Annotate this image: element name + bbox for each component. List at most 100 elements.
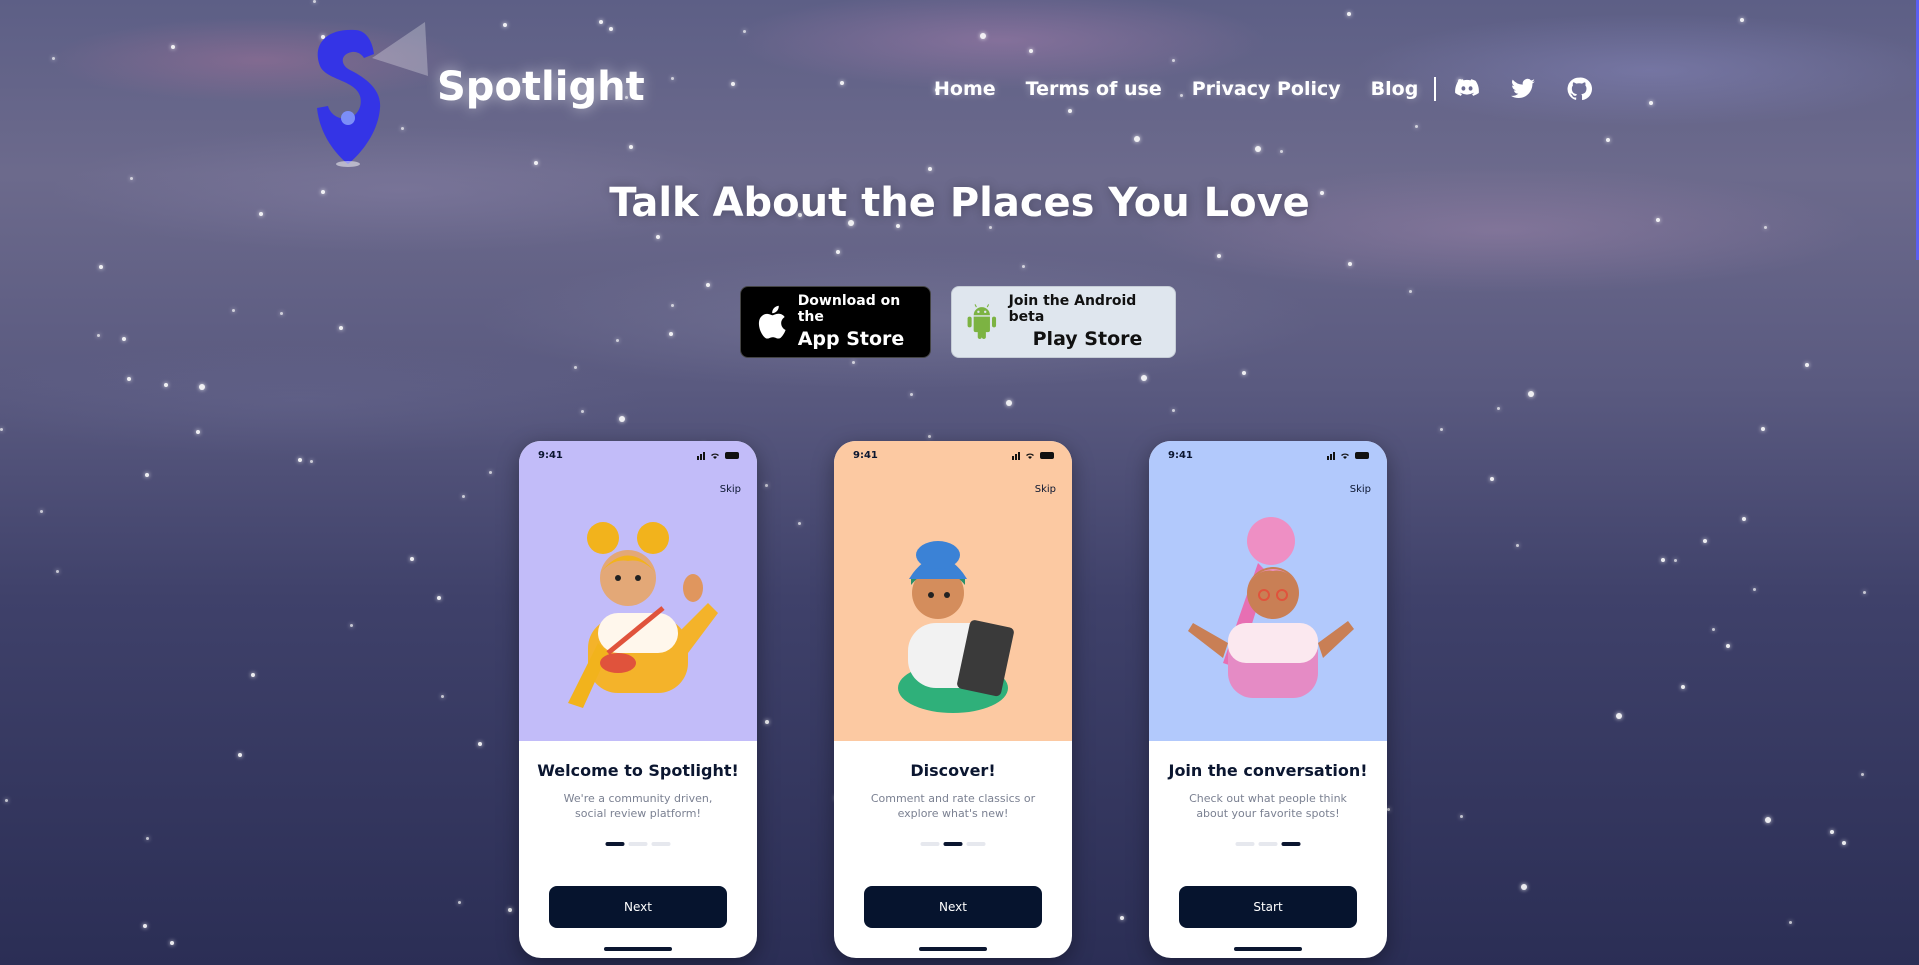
play-store-small-label: Join the Android beta: [1008, 293, 1137, 325]
next-button[interactable]: Next: [864, 886, 1042, 928]
snow-particle: [410, 557, 414, 561]
snow-particle: [1242, 371, 1246, 375]
snow-particle: [1805, 363, 1809, 367]
start-button[interactable]: Start: [1179, 886, 1357, 928]
snow-particle: [840, 81, 844, 85]
snow-particle: [1217, 254, 1221, 258]
app-store-button[interactable]: Download on the App Store: [740, 286, 931, 358]
snow-particle: [298, 458, 302, 462]
snow-particle: [196, 430, 200, 434]
phone-mockup-conversation: 9:41 Skip Join the conversation! Check o…: [1149, 441, 1387, 958]
nav-terms-link[interactable]: Terms of use: [1026, 78, 1162, 100]
nav-home-link[interactable]: Home: [934, 78, 996, 100]
snow-particle: [1141, 375, 1147, 381]
onboarding-description: Check out what people think about your f…: [1189, 792, 1347, 821]
snow-particle: [1606, 138, 1610, 142]
snow-particle: [1347, 12, 1351, 16]
snow-particle: [251, 673, 255, 677]
snow-particle: [99, 265, 103, 269]
status-icons: [1012, 452, 1054, 460]
snow-particle: [143, 924, 147, 928]
snow-particle: [441, 695, 444, 698]
spotlight-logo-icon[interactable]: [300, 18, 430, 168]
snow-particle: [1863, 591, 1866, 594]
snow-particle: [671, 77, 674, 80]
snow-particle: [232, 309, 235, 312]
onboarding-title: Discover!: [910, 761, 996, 780]
brand-name[interactable]: Spotlight: [437, 64, 645, 110]
skip-link[interactable]: Skip: [1350, 484, 1371, 495]
snow-particle: [1068, 109, 1072, 113]
snow-particle: [127, 377, 131, 381]
snow-particle: [1516, 544, 1519, 547]
snow-particle: [1348, 262, 1352, 266]
snow-particle: [1761, 427, 1765, 431]
snow-particle: [852, 361, 855, 364]
play-store-button[interactable]: Join the Android beta Play Store: [951, 286, 1176, 358]
snow-particle: [145, 473, 149, 477]
onboarding-description: Comment and rate classics or explore wha…: [870, 792, 1036, 821]
phone-illustration-area: 9:41 Skip: [1149, 441, 1387, 741]
nav-divider: [1434, 77, 1437, 101]
snow-particle: [1616, 713, 1622, 719]
snow-particle: [1861, 773, 1864, 776]
snow-particle: [706, 283, 710, 287]
top-nav: Home Terms of use Privacy Policy Blog: [934, 76, 1593, 102]
snow-particle: [1460, 815, 1463, 818]
snow-particle: [489, 471, 492, 474]
next-button[interactable]: Next: [549, 886, 727, 928]
snow-particle: [1022, 265, 1025, 268]
github-icon[interactable]: [1566, 76, 1593, 102]
nav-blog-link[interactable]: Blog: [1371, 78, 1419, 100]
home-indicator: [1234, 947, 1302, 951]
snow-particle: [743, 30, 746, 33]
snow-particle: [1649, 101, 1653, 105]
snow-particle: [1726, 644, 1730, 648]
snow-particle: [1172, 409, 1175, 412]
twitter-icon[interactable]: [1510, 76, 1536, 102]
snow-particle: [5, 799, 8, 802]
snow-particle: [980, 33, 986, 39]
nav-privacy-link[interactable]: Privacy Policy: [1192, 78, 1341, 100]
snow-particle: [503, 23, 507, 27]
snow-particle: [765, 484, 768, 487]
snow-particle: [238, 753, 242, 757]
snow-particle: [928, 435, 931, 438]
pager-dots: [1235, 842, 1301, 846]
snow-particle: [836, 250, 840, 254]
snow-particle: [581, 410, 584, 413]
snow-particle: [574, 366, 577, 369]
snow-particle: [122, 337, 126, 341]
snow-particle: [170, 941, 174, 945]
snow-particle: [619, 416, 625, 422]
snow-particle: [1661, 558, 1665, 562]
home-indicator: [604, 947, 672, 951]
snow-particle: [1440, 428, 1443, 431]
character-waving-illustration: [568, 522, 718, 708]
play-store-big-label: Play Store: [1032, 327, 1143, 350]
snow-particle: [313, 0, 316, 3]
onboarding-title: Welcome to Spotlight!: [537, 761, 739, 780]
snow-particle: [656, 235, 660, 239]
snow-particle: [1765, 817, 1771, 823]
pager-dots: [920, 842, 986, 846]
snow-particle: [437, 596, 441, 600]
snow-particle: [1681, 685, 1685, 689]
snow-particle: [1387, 808, 1390, 811]
phone-mockup-discover: 9:41 Skip Discover! Comment and rate cla…: [834, 441, 1072, 958]
snow-particle: [1255, 146, 1261, 152]
snow-particle: [1120, 916, 1124, 920]
skip-link[interactable]: Skip: [720, 484, 741, 495]
snow-particle: [339, 326, 343, 330]
discord-icon[interactable]: [1454, 76, 1480, 102]
snow-particle: [1703, 539, 1707, 543]
status-icons: [697, 452, 739, 460]
snow-particle: [669, 332, 673, 336]
skip-link[interactable]: Skip: [1035, 484, 1056, 495]
snow-particle: [478, 742, 482, 746]
snow-particle: [1409, 290, 1412, 293]
snow-particle: [350, 624, 353, 627]
app-store-big-label: App Store: [797, 327, 905, 350]
snow-particle: [765, 720, 769, 724]
snow-particle: [0, 428, 3, 431]
